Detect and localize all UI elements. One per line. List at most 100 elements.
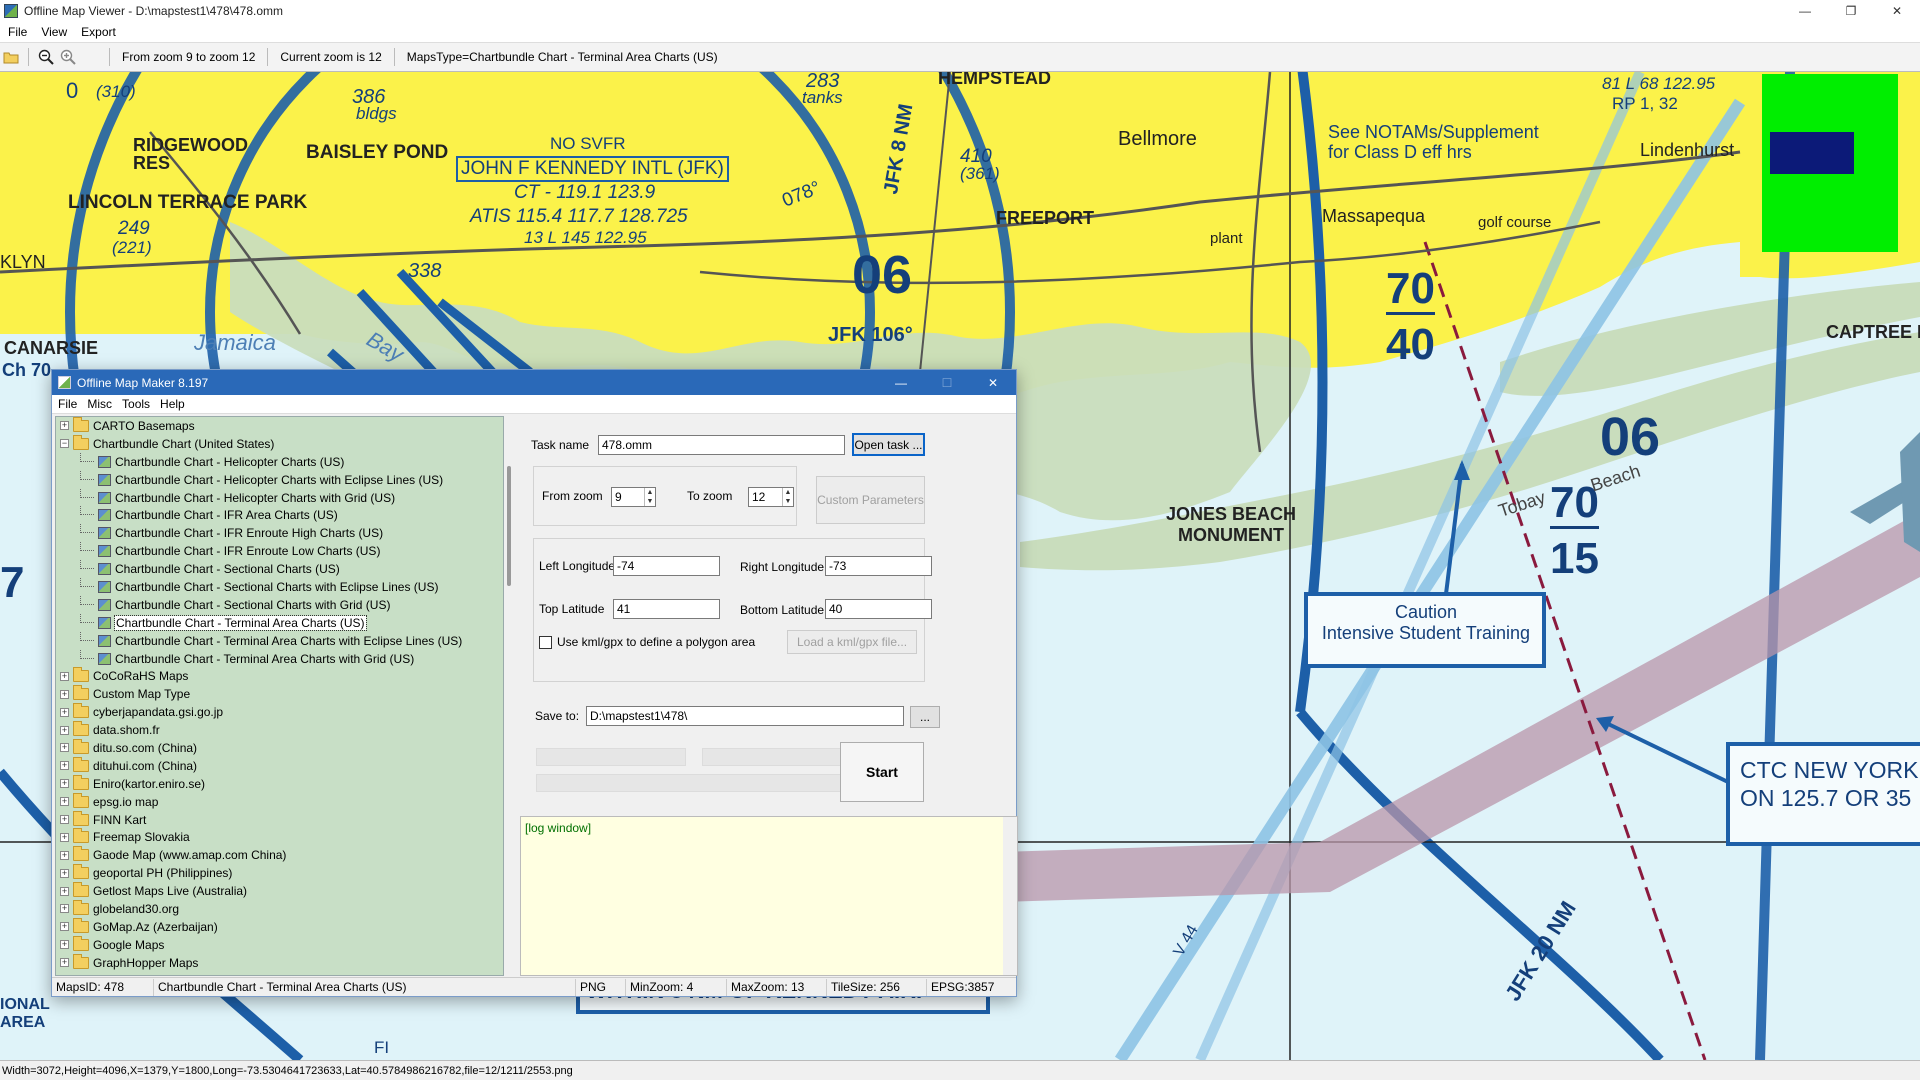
- menu-export[interactable]: Export: [81, 25, 116, 39]
- kml-checkbox[interactable]: [539, 636, 552, 649]
- dialog-titlebar[interactable]: Offline Map Maker 8.197 — ☐ ✕: [52, 370, 1016, 395]
- from-zoom-field[interactable]: 9 ▲ ▼: [611, 487, 656, 507]
- tree-item-map[interactable]: Chartbundle Chart - Sectional Charts wit…: [56, 595, 503, 614]
- expand-icon[interactable]: +: [60, 743, 69, 753]
- save-to-field[interactable]: D:\mapstest1\478\: [586, 706, 904, 726]
- to-zoom-spinner[interactable]: ▲ ▼: [782, 488, 793, 506]
- tree-item-folder[interactable]: + GraphHopper Maps: [56, 953, 503, 972]
- tree-item-map[interactable]: Chartbundle Chart - Helicopter Charts (U…: [56, 452, 503, 471]
- collapse-icon[interactable]: −: [60, 439, 69, 449]
- expand-icon[interactable]: +: [60, 779, 69, 789]
- log-window[interactable]: [log window]: [520, 816, 1018, 976]
- tree-item-folder[interactable]: + Custom Map Type: [56, 685, 503, 703]
- spin-down-icon[interactable]: ▼: [645, 497, 655, 506]
- spin-up-icon[interactable]: ▲: [783, 488, 793, 497]
- tree-item-folder[interactable]: + data.shom.fr: [56, 721, 503, 739]
- tree-item-folder[interactable]: + geoportal PH (Philippines): [56, 864, 503, 882]
- menu-file[interactable]: File: [58, 397, 77, 411]
- minimize-icon[interactable]: —: [1782, 0, 1828, 22]
- scrollbar-thumb[interactable]: [507, 466, 511, 586]
- left-longitude-field[interactable]: -74: [613, 556, 720, 576]
- tree-item-map[interactable]: Chartbundle Chart - Terminal Area Charts…: [56, 613, 503, 632]
- menu-file[interactable]: File: [8, 25, 27, 39]
- expand-icon[interactable]: +: [60, 421, 69, 431]
- browse-button[interactable]: ...: [910, 706, 940, 728]
- restore-icon[interactable]: ❐: [1828, 0, 1874, 22]
- bottom-latitude-field[interactable]: 40: [825, 599, 932, 619]
- start-button[interactable]: Start: [840, 742, 924, 802]
- tree-item-map[interactable]: Chartbundle Chart - IFR Enroute Low Char…: [56, 542, 503, 560]
- menu-tools[interactable]: Tools: [122, 397, 150, 411]
- expand-icon[interactable]: +: [60, 886, 69, 896]
- open-task-button[interactable]: Open task ...: [852, 433, 925, 456]
- log-scrollbar[interactable]: [1003, 817, 1017, 975]
- tree-item-map[interactable]: Chartbundle Chart - Sectional Charts (US…: [56, 560, 503, 578]
- load-kml-button[interactable]: Load a kml/gpx file...: [787, 630, 917, 654]
- tree-item-folder[interactable]: + dituhui.com (China): [56, 756, 503, 775]
- folder-icon: [73, 434, 89, 450]
- expand-icon[interactable]: +: [60, 761, 69, 771]
- tree-item-folder[interactable]: + ditu.so.com (China): [56, 738, 503, 757]
- minimize-icon[interactable]: —: [878, 370, 924, 395]
- map-label-bldgs: bldgs: [356, 104, 397, 123]
- maximize-icon[interactable]: ☐: [924, 370, 970, 395]
- from-zoom-spinner[interactable]: ▲ ▼: [644, 488, 655, 506]
- map-label-06-a: 06: [852, 245, 913, 305]
- tree-item-folder[interactable]: + CoCoRaHS Maps: [56, 667, 503, 685]
- expand-icon[interactable]: +: [60, 707, 69, 717]
- map-label-06-b: 06: [1600, 407, 1661, 467]
- tree-item-map[interactable]: Chartbundle Chart - Sectional Charts wit…: [56, 578, 503, 596]
- menu-help[interactable]: Help: [160, 397, 185, 411]
- tree-scrollbar[interactable]: [505, 416, 515, 976]
- to-zoom-field[interactable]: 12 ▲ ▼: [748, 487, 794, 507]
- status-tile-size: TileSize: 256: [827, 978, 927, 996]
- expand-icon[interactable]: +: [60, 797, 69, 807]
- tree-item-folder[interactable]: + Eniro(kartor.eniro.se): [56, 774, 503, 793]
- tree-item-folder[interactable]: + Freemap Slovakia: [56, 828, 503, 846]
- spin-down-icon[interactable]: ▼: [783, 497, 793, 506]
- tree-item-map[interactable]: Chartbundle Chart - Terminal Area Charts…: [56, 649, 503, 668]
- menu-view[interactable]: View: [41, 25, 67, 39]
- spin-up-icon[interactable]: ▲: [645, 488, 655, 497]
- expand-icon[interactable]: +: [60, 922, 69, 932]
- tree-item-map[interactable]: Chartbundle Chart - IFR Enroute High Cha…: [56, 524, 503, 542]
- map-label-freeport: FREEPORT: [996, 208, 1095, 228]
- right-longitude-field[interactable]: -73: [825, 556, 932, 576]
- tree-item-folder[interactable]: + CARTO Basemaps: [56, 417, 503, 435]
- tree-item-folder[interactable]: + GoMap.Az (Azerbaijan): [56, 917, 503, 936]
- zoom-in-icon[interactable]: [57, 46, 79, 68]
- tree-item-map[interactable]: Chartbundle Chart - Terminal Area Charts…: [56, 631, 503, 650]
- expand-icon[interactable]: +: [60, 671, 69, 681]
- tree-item-map[interactable]: Chartbundle Chart - Helicopter Charts wi…: [56, 470, 503, 489]
- close-icon[interactable]: ✕: [970, 370, 1016, 395]
- zoom-out-icon[interactable]: [35, 46, 57, 68]
- expand-icon[interactable]: +: [60, 725, 69, 735]
- map-label-klyn: KLYN: [0, 252, 46, 272]
- top-latitude-field[interactable]: 41: [613, 599, 720, 619]
- tree-item-folder[interactable]: + cyberjapandata.gsi.go.jp: [56, 703, 503, 721]
- tree-item-folder[interactable]: + epsg.io map: [56, 792, 503, 811]
- expand-icon[interactable]: +: [60, 832, 69, 842]
- expand-icon[interactable]: +: [60, 904, 69, 914]
- expand-icon[interactable]: +: [60, 815, 69, 825]
- folder-icon: [73, 703, 89, 719]
- map-source-tree[interactable]: + CARTO Basemaps − Chartbundle Chart (Unite…: [55, 416, 504, 976]
- tree-item-folder[interactable]: − Chartbundle Chart (United States): [56, 434, 503, 453]
- tree-item-folder[interactable]: + globeland30.org: [56, 899, 503, 918]
- tree-item-map[interactable]: Chartbundle Chart - Helicopter Charts wi…: [56, 488, 503, 507]
- task-name-field[interactable]: 478.omm: [598, 435, 845, 455]
- tree-item-folder[interactable]: + Getlost Maps Live (Australia): [56, 882, 503, 900]
- expand-icon[interactable]: +: [60, 868, 69, 878]
- expand-icon[interactable]: +: [60, 958, 69, 968]
- close-icon[interactable]: ✕: [1874, 0, 1920, 22]
- expand-icon[interactable]: +: [60, 689, 69, 699]
- expand-icon[interactable]: +: [60, 940, 69, 950]
- tree-item-map[interactable]: Chartbundle Chart - IFR Area Charts (US): [56, 506, 503, 524]
- open-folder-icon[interactable]: [0, 46, 22, 68]
- tree-item-folder[interactable]: + FINN Kart: [56, 810, 503, 829]
- expand-icon[interactable]: +: [60, 850, 69, 860]
- menu-misc[interactable]: Misc: [87, 397, 112, 411]
- tree-item-folder[interactable]: + Google Maps: [56, 935, 503, 954]
- custom-parameters-button[interactable]: Custom Parameters: [816, 476, 925, 524]
- tree-item-folder[interactable]: + Gaode Map (www.amap.com China): [56, 846, 503, 864]
